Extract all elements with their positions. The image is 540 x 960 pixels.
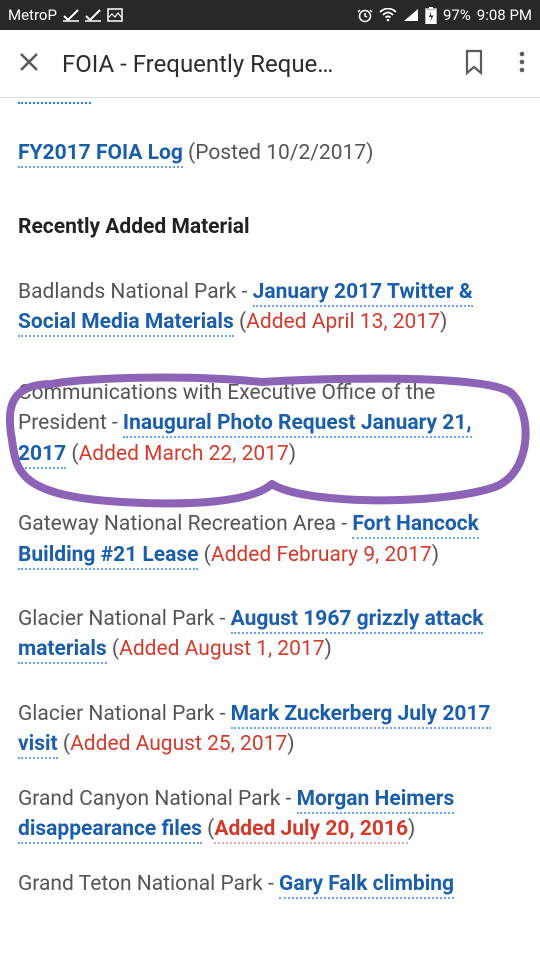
- signal-icon: [403, 8, 419, 22]
- paren-open: (: [66, 442, 78, 466]
- paren-close: ): [289, 442, 296, 466]
- alarm-icon: [357, 7, 373, 23]
- battery-percent: 97%: [443, 6, 471, 24]
- paren-open: (: [58, 732, 70, 756]
- page-title: FOIA - Frequently Reque…: [62, 50, 440, 78]
- battery-icon: [425, 7, 437, 24]
- item-prefix: Gateway National Recreation Area -: [18, 512, 352, 536]
- item-added: Added August 1, 2017: [119, 637, 324, 661]
- foia-log-link[interactable]: FY2017 FOIA Log: [18, 141, 183, 168]
- list-item: Glacier National Park - August 1967 griz…: [18, 604, 522, 665]
- item-prefix: Grand Teton National Park -: [18, 872, 279, 896]
- check-icon: [85, 8, 101, 22]
- partial-link-underline: [18, 102, 91, 104]
- item-prefix: Badlands National Park -: [18, 280, 253, 304]
- item-added: Added March 22, 2017: [79, 442, 289, 466]
- status-bar: MetroP 97% 9:08 PM: [0, 0, 540, 30]
- item-added: Added July 20, 2016: [214, 817, 408, 844]
- paren-open: (: [202, 817, 214, 841]
- section-heading: Recently Added Material: [18, 212, 522, 242]
- list-item: Badlands National Park - January 2017 Tw…: [18, 277, 522, 338]
- item-prefix: Glacier National Park -: [18, 702, 231, 726]
- paren-close: ): [440, 310, 447, 334]
- paren-close: ): [432, 543, 439, 567]
- item-added: Added August 25, 2017: [70, 732, 287, 756]
- item-added: Added April 13, 2017: [246, 310, 440, 334]
- bookmark-icon[interactable]: [462, 48, 486, 80]
- more-icon[interactable]: [518, 50, 526, 78]
- list-item: Communications with Executive Office of …: [18, 378, 522, 469]
- list-item: Grand Canyon National Park - Morgan Heim…: [18, 784, 522, 845]
- list-item: Grand Teton National Park - Gary Falk cl…: [18, 869, 522, 899]
- list-item: Gateway National Recreation Area - Fort …: [18, 509, 522, 570]
- list-item: Glacier National Park - Mark Zuckerberg …: [18, 699, 522, 760]
- status-right: 97% 9:08 PM: [357, 6, 532, 24]
- clock-label: 9:08 PM: [477, 6, 532, 24]
- paren-close: ): [325, 637, 332, 661]
- image-icon: [107, 8, 123, 22]
- check-icon: [63, 8, 79, 22]
- item-added: Added February 9, 2017: [211, 543, 432, 567]
- posted-text: (Posted 10/2/2017): [183, 141, 374, 165]
- app-bar: FOIA - Frequently Reque…: [0, 30, 540, 98]
- paren-close: ): [408, 817, 415, 841]
- item-prefix: Glacier National Park -: [18, 607, 231, 631]
- item-prefix: Grand Canyon National Park -: [18, 787, 297, 811]
- status-left: MetroP: [8, 6, 123, 24]
- close-icon[interactable]: [18, 51, 40, 77]
- carrier-label: MetroP: [8, 6, 57, 24]
- wifi-icon: [379, 8, 397, 22]
- page-content: FY2017 FOIA Log (Posted 10/2/2017) Recen…: [0, 102, 540, 899]
- item-link[interactable]: Gary Falk climbing: [279, 872, 454, 899]
- top-entry: FY2017 FOIA Log (Posted 10/2/2017): [18, 138, 522, 168]
- paren-open: (: [234, 310, 246, 334]
- paren-open: (: [107, 637, 119, 661]
- paren-close: ): [287, 732, 294, 756]
- paren-open: (: [198, 543, 210, 567]
